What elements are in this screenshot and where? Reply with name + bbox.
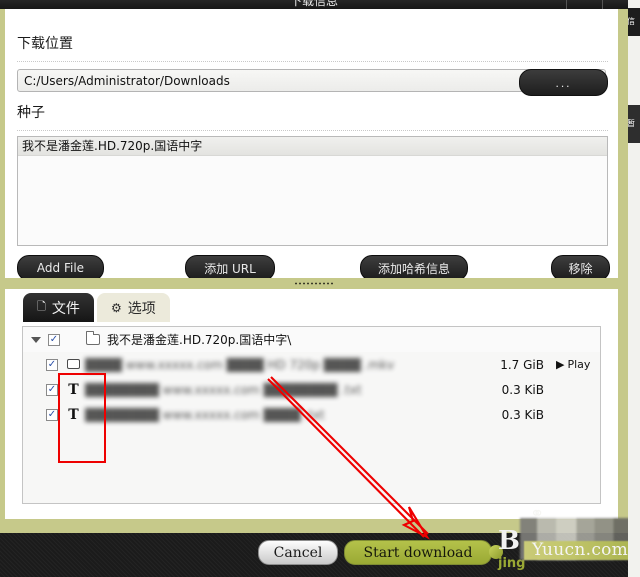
- file-size: 0.3 KiB: [501, 382, 544, 397]
- tab-files-label: 文件: [51, 300, 80, 317]
- video-file-icon: [66, 357, 81, 373]
- text-file-icon: T: [68, 406, 79, 423]
- tab-files[interactable]: 🗋 文件: [23, 293, 94, 322]
- files-panel: 🗋 文件 ⚙ 选项 全选 Unselect all ✓ 我不是潘金莲.HD.72…: [5, 289, 618, 519]
- background-window: [627, 0, 640, 577]
- dialog-titlebar[interactable]: 下载信息: [0, 0, 628, 9]
- background-window-titlebar: 信: [627, 8, 640, 36]
- cancel-button[interactable]: Cancel: [258, 540, 338, 565]
- file-name: ████████ www.xxxxx.com ████████ .txt: [85, 382, 362, 397]
- divider-seed: [17, 130, 608, 131]
- download-location-label: 下载位置: [17, 36, 73, 52]
- document-icon: 🗋: [37, 300, 46, 313]
- panel-splitter[interactable]: [0, 278, 628, 289]
- table-row[interactable]: ✓ ████ www.xxxxx.com ████ HD 720p ████ .…: [23, 352, 600, 377]
- download-path-row: ...: [17, 69, 608, 96]
- gear-icon: ⚙: [111, 300, 122, 315]
- file-name: ████████ www.xxxxx.com ████ .txt: [85, 407, 325, 422]
- file-name: ████ www.xxxxx.com ████ HD 720p ████ .mk…: [85, 357, 395, 372]
- table-row[interactable]: ✓ T ████████ www.xxxxx.com ████ .txt 0.3…: [23, 402, 600, 427]
- file-tree-root-row[interactable]: ✓ 我不是潘金莲.HD.720p.国语中字\: [23, 327, 600, 352]
- root-checkbox[interactable]: ✓: [48, 333, 60, 346]
- play-button[interactable]: ▶ Play: [556, 358, 600, 371]
- file-size: 0.3 KiB: [501, 407, 544, 422]
- folder-icon: [86, 331, 100, 345]
- table-row[interactable]: ✓ T ████████ www.xxxxx.com ████████ .txt…: [23, 377, 600, 402]
- divider-location: [17, 61, 608, 62]
- watermark-site-text: Yuucn.com: [532, 540, 628, 560]
- root-folder-name: 我不是潘金莲.HD.720p.国语中字\: [107, 333, 292, 347]
- file-tree[interactable]: ✓ 我不是潘金莲.HD.720p.国语中字\ ✓ ████ www.xxxxx.…: [22, 326, 601, 504]
- background-window-button[interactable]: 暂: [627, 105, 640, 143]
- download-path-input[interactable]: [17, 69, 606, 92]
- seed-list[interactable]: 我不是潘金莲.HD.720p.国语中字: [17, 136, 608, 246]
- download-info-dialog: 下载信息 下载位置 ... 种子 我不是潘金莲.HD.720p.国语中字 Add…: [0, 0, 628, 577]
- file-size: 1.7 GiB: [500, 357, 544, 372]
- tab-options-label: 选项: [127, 300, 156, 317]
- seed-list-item[interactable]: 我不是潘金莲.HD.720p.国语中字: [18, 137, 607, 156]
- tab-strip: 🗋 文件 ⚙ 选项: [5, 289, 618, 322]
- dialog-title: 下载信息: [289, 0, 338, 8]
- seed-label: 种子: [17, 105, 45, 121]
- file-checkbox[interactable]: ✓: [46, 383, 58, 396]
- text-file-icon: T: [68, 381, 79, 398]
- start-download-button[interactable]: Start download: [344, 540, 492, 565]
- tab-options[interactable]: ⚙ 选项: [97, 293, 170, 322]
- browse-folder-button[interactable]: ...: [519, 69, 608, 96]
- expand-collapse-icon[interactable]: [31, 336, 41, 343]
- splitter-grip-icon: [294, 282, 334, 285]
- play-icon: ▶: [556, 358, 565, 371]
- file-checkbox[interactable]: ✓: [46, 358, 58, 371]
- play-label: Play: [567, 358, 591, 371]
- download-location-panel: 下载位置 ... 种子 我不是潘金莲.HD.720p.国语中字 Add File…: [5, 9, 618, 281]
- file-checkbox[interactable]: ✓: [46, 408, 58, 421]
